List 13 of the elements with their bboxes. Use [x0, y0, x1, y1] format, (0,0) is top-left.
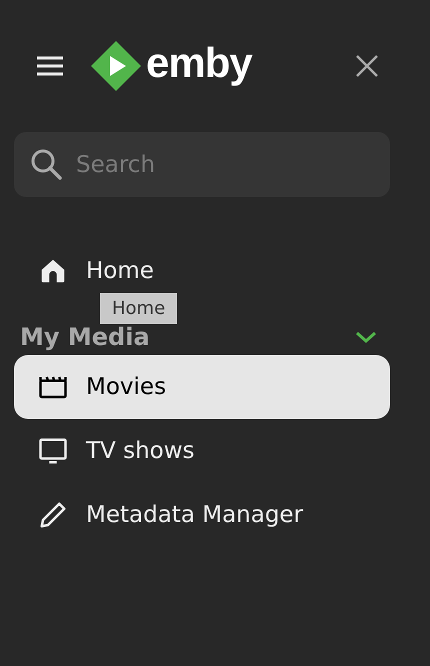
nav-item[interactable]: Home [14, 249, 390, 293]
nav-item[interactable]: Movies [14, 355, 390, 419]
menu-icon[interactable] [36, 54, 64, 78]
monitor-icon [38, 436, 68, 466]
nav-item[interactable]: TV shows [14, 419, 390, 483]
logo-text: emby [146, 42, 252, 84]
search-field[interactable]: Search [14, 132, 390, 197]
tooltip: Home [100, 293, 178, 324]
play-diamond-icon [90, 40, 142, 92]
nav-item[interactable]: Metadata Manager [14, 483, 390, 547]
close-icon[interactable] [354, 53, 380, 79]
pencil-icon [38, 500, 68, 530]
section-title: My Media [20, 323, 150, 351]
